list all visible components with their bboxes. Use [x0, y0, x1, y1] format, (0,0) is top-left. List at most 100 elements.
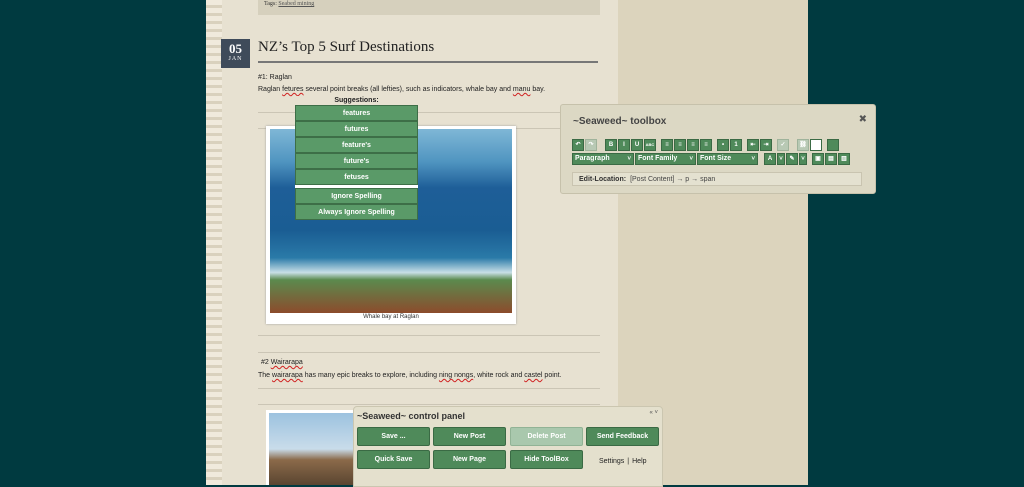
section1-heading[interactable]: #1: Raglan	[258, 74, 292, 81]
delete-post-button[interactable]: Delete Post	[510, 427, 583, 446]
format-select[interactable]: Paragraph ˅	[572, 153, 634, 165]
help-link[interactable]: Help	[632, 458, 646, 465]
misspelled-word[interactable]: wairarapa	[272, 372, 303, 379]
send-feedback-button[interactable]: Send Feedback	[586, 427, 659, 446]
code-icon[interactable]	[827, 139, 839, 151]
suggestion-item[interactable]: future's	[295, 153, 418, 169]
numbered-list-icon[interactable]: 1	[730, 139, 742, 151]
text: , white rock and	[473, 372, 525, 379]
wairarapa-photo[interactable]	[266, 410, 356, 485]
date-day: 05	[229, 41, 242, 56]
text: several point breaks (all lefties), such…	[303, 86, 513, 93]
suggestion-item[interactable]: features	[295, 105, 418, 121]
link-icon[interactable]: ⛓	[797, 139, 809, 151]
quick-save-button[interactable]: Quick Save	[357, 450, 430, 469]
toolbox-row-2: Paragraph ˅ Font Family ˅ Font Size ˅ A ˅ ✎…	[572, 153, 850, 166]
font-family-select[interactable]: Font Family ˅	[635, 153, 696, 165]
tags-label: Tags:	[264, 1, 277, 7]
suggestions-header: Suggestions:	[295, 96, 418, 105]
seaweed-toolbox: ~Seaweed~ toolbox ✖ ↶ ↷ B I U ABC ≡ ≡ ≡ …	[560, 104, 876, 194]
text: #2	[261, 359, 271, 366]
spellcheck-icon[interactable]: ✓	[777, 139, 789, 151]
align-right-icon[interactable]: ≡	[687, 139, 699, 151]
chevron-down-icon: ˅	[627, 156, 631, 162]
suggestion-item[interactable]: feature's	[295, 137, 418, 153]
link-divider: |	[627, 458, 630, 465]
misspelled-word[interactable]: Wairarapa	[271, 359, 303, 366]
post-tags-bar: Tags: Seabed mining	[258, 0, 600, 15]
align-center-icon[interactable]: ≡	[674, 139, 686, 151]
wairarapa-image	[269, 413, 353, 485]
edit-location-value: [Post Content] → p → span	[630, 176, 716, 183]
title-underline	[258, 61, 598, 63]
misspelled-word[interactable]: fetures	[282, 86, 303, 93]
ruled-line	[258, 404, 600, 405]
format-select-value: Paragraph	[575, 155, 610, 162]
control-panel-title[interactable]: ~Seaweed~ control panel	[357, 411, 465, 421]
misspelled-word[interactable]: manu	[513, 86, 531, 93]
section1-paragraph[interactable]: Raglan fetures several point breaks (all…	[258, 86, 545, 93]
ruled-line	[258, 388, 600, 389]
align-justify-icon[interactable]: ≡	[700, 139, 712, 151]
chevron-down-icon[interactable]: ˅	[799, 153, 807, 165]
italic-button[interactable]: I	[618, 139, 630, 151]
paper-torn-edge	[206, 0, 222, 485]
redo-icon[interactable]: ↷	[585, 139, 597, 151]
spelling-suggestions-menu: Suggestions: features futures feature's …	[295, 96, 418, 220]
ruled-line	[258, 335, 600, 336]
tag-link[interactable]: Seabed mining	[278, 1, 314, 7]
misspelled-word[interactable]: castel	[524, 372, 542, 379]
text: has many epic breaks to explore, includi…	[302, 372, 439, 379]
text-color-icon[interactable]: A	[764, 153, 776, 165]
text: The	[258, 372, 273, 379]
font-size-select[interactable]: Font Size ˅	[697, 153, 758, 165]
ruled-line	[258, 352, 600, 353]
bullet-list-icon[interactable]: •	[717, 139, 729, 151]
indent-icon[interactable]: ⇥	[760, 139, 772, 151]
outdent-icon[interactable]: ⇤	[747, 139, 759, 151]
font-family-value: Font Family	[638, 155, 678, 162]
section2-heading[interactable]: #2 Wairarapa	[261, 359, 303, 366]
source-icon[interactable]: ▥	[838, 153, 850, 165]
panel-controls[interactable]: « ˅	[649, 410, 658, 416]
suggestion-item[interactable]: fetuses	[295, 169, 418, 185]
align-left-icon[interactable]: ≡	[661, 139, 673, 151]
save-button[interactable]: Save ...	[357, 427, 430, 446]
highlight-icon[interactable]: ✎	[786, 153, 798, 165]
toolbox-row-1: ↶ ↷ B I U ABC ≡ ≡ ≡ ≡ • 1 ⇤ ⇥ ✓ ⛓	[572, 139, 839, 152]
chevron-down-icon[interactable]: ˅	[777, 153, 785, 165]
close-icon[interactable]: ✖	[859, 114, 867, 125]
edit-location-bar: Edit-Location: [Post Content] → p → span	[572, 172, 862, 186]
photo-caption: Whale bay at Raglan	[363, 314, 419, 320]
undo-icon[interactable]: ↶	[572, 139, 584, 151]
date-badge: 05 JAN	[221, 39, 250, 68]
insert-media-icon[interactable]: ▤	[825, 153, 837, 165]
hide-toolbox-button[interactable]: Hide ToolBox	[510, 450, 583, 469]
always-ignore-spelling-item[interactable]: Always Ignore Spelling	[295, 204, 418, 220]
bold-button[interactable]: B	[605, 139, 617, 151]
strikethrough-button[interactable]: ABC	[644, 139, 656, 151]
ignore-spelling-item[interactable]: Ignore Spelling	[295, 188, 418, 204]
suggestion-item[interactable]: futures	[295, 121, 418, 137]
toolbox-title[interactable]: ~Seaweed~ toolbox	[573, 116, 666, 127]
panel-links: Settings | Help	[599, 458, 647, 465]
chevron-down-icon: ˅	[689, 156, 693, 162]
post-title[interactable]: NZ’s Top 5 Surf Destinations	[258, 39, 434, 56]
insert-image-icon[interactable]: ▣	[812, 153, 824, 165]
seaweed-control-panel: ~Seaweed~ control panel « ˅ Save ... New…	[353, 406, 663, 487]
underline-button[interactable]: U	[631, 139, 643, 151]
misspelled-word[interactable]: ning nongs	[439, 372, 473, 379]
edit-location-label: Edit-Location:	[579, 176, 627, 183]
text: Raglan	[258, 86, 283, 93]
table-icon[interactable]	[810, 139, 822, 151]
new-post-button[interactable]: New Post	[433, 427, 506, 446]
new-page-button[interactable]: New Page	[433, 450, 506, 469]
settings-link[interactable]: Settings	[599, 458, 624, 465]
date-month: JAN	[228, 56, 243, 62]
section2-paragraph[interactable]: The wairarapa has many epic breaks to ex…	[258, 372, 562, 379]
text: point.	[542, 372, 562, 379]
